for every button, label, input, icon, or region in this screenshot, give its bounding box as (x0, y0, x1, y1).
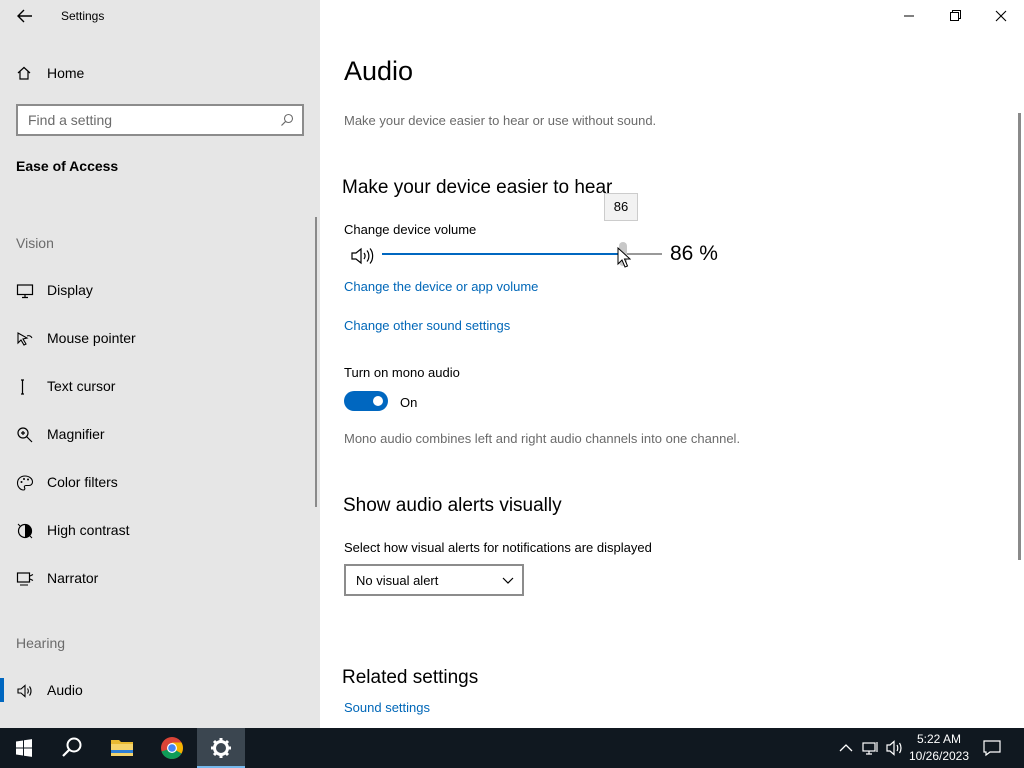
sidebar: Settings Home Ease of Access Vision Disp… (0, 0, 320, 728)
section-title: Ease of Access (16, 158, 119, 174)
settings-gear-icon (211, 738, 231, 758)
restore-button[interactable] (932, 0, 978, 32)
color-filters-icon (16, 475, 34, 491)
page-subtitle: Make your device easier to hear or use w… (344, 113, 657, 128)
volume-readout: 86 % (670, 242, 718, 265)
clock-date: 10/26/2023 (908, 749, 970, 763)
visual-alert-label: Select how visual alerts for notificatio… (344, 540, 652, 555)
back-arrow-icon (17, 9, 32, 23)
section-heading-hear: Make your device easier to hear (342, 177, 613, 198)
page-title: Audio (344, 56, 414, 86)
mouse-pointer-icon (17, 332, 33, 346)
sidebar-item-label: Audio (47, 682, 83, 698)
file-explorer-icon (111, 740, 133, 756)
sidebar-item-narrator[interactable]: Narrator (0, 558, 320, 598)
mono-audio-toggle[interactable] (344, 391, 388, 411)
display-icon (16, 284, 34, 299)
chevron-down-icon (502, 577, 514, 584)
action-center-icon[interactable] (982, 738, 1002, 758)
main-scrollbar[interactable] (1018, 113, 1021, 560)
start-button[interactable] (0, 728, 48, 768)
mono-audio-description: Mono audio combines left and right audio… (344, 431, 741, 446)
speaker-icon[interactable] (350, 245, 374, 267)
sidebar-scrollbar[interactable] (315, 217, 317, 507)
change-app-volume-link[interactable]: Change the device or app volume (344, 279, 538, 294)
volume-slider-fill (382, 253, 623, 255)
search-icon[interactable] (280, 113, 294, 127)
back-button[interactable] (14, 6, 36, 26)
sidebar-item-color-filters[interactable]: Color filters (0, 462, 320, 502)
visual-alert-dropdown[interactable]: No visual alert (344, 564, 524, 596)
change-sound-settings-link[interactable]: Change other sound settings (344, 318, 510, 333)
sidebar-item-label: Mouse pointer (47, 330, 136, 346)
group-label-hearing: Hearing (16, 635, 66, 651)
sidebar-item-text-cursor[interactable]: Text cursor (0, 366, 320, 406)
app-title: Settings (61, 9, 105, 23)
narrator-icon (16, 572, 34, 586)
taskbar-file-explorer[interactable] (98, 728, 146, 768)
volume-tooltip: 86 (604, 193, 638, 221)
sidebar-item-audio[interactable]: Audio (0, 670, 320, 710)
show-hidden-icons-icon[interactable] (836, 738, 856, 758)
chrome-icon (161, 737, 183, 760)
toggle-knob (373, 396, 383, 406)
taskbar: 5:22 AM 10/26/2023 (0, 728, 1024, 768)
sidebar-item-label: Text cursor (47, 378, 116, 394)
sidebar-item-label: Display (47, 282, 93, 298)
text-cursor-icon (21, 379, 24, 395)
section-heading-related: Related settings (342, 667, 479, 688)
home-label: Home (47, 65, 85, 81)
high-contrast-icon (17, 523, 33, 539)
volume-icon[interactable] (885, 738, 905, 758)
taskbar-clock[interactable]: 5:22 AM 10/26/2023 (906, 731, 972, 765)
mouse-cursor-icon (617, 247, 631, 268)
search-box[interactable] (16, 104, 304, 136)
restore-icon (950, 10, 961, 21)
search-input[interactable] (18, 106, 268, 134)
sound-settings-link[interactable]: Sound settings (344, 700, 430, 715)
minimize-icon (904, 15, 914, 17)
close-icon (995, 10, 1007, 22)
sidebar-item-label: High contrast (47, 522, 130, 538)
sidebar-item-home[interactable]: Home (0, 56, 320, 90)
main-content: Audio Make your device easier to hear or… (320, 0, 1024, 728)
network-icon[interactable] (861, 738, 881, 758)
sidebar-item-mouse-pointer[interactable]: Mouse pointer (0, 318, 320, 358)
volume-label: Change device volume (344, 222, 477, 237)
sidebar-item-magnifier[interactable]: Magnifier (0, 414, 320, 454)
group-label-vision: Vision (16, 235, 54, 251)
section-heading-alerts: Show audio alerts visually (343, 495, 562, 516)
clock-time: 5:22 AM (916, 732, 962, 746)
sidebar-item-label: Color filters (47, 474, 118, 490)
sidebar-item-label: Narrator (47, 570, 99, 586)
sidebar-item-display[interactable]: Display (0, 270, 320, 310)
mono-audio-label: Turn on mono audio (344, 365, 460, 380)
close-button[interactable] (978, 0, 1024, 32)
sidebar-item-high-contrast[interactable]: High contrast (0, 510, 320, 550)
search-icon (62, 737, 82, 757)
mono-audio-state: On (400, 395, 418, 410)
sidebar-item-label: Magnifier (47, 426, 105, 442)
magnifier-icon (17, 427, 33, 443)
home-icon (17, 66, 31, 80)
audio-icon (17, 684, 32, 698)
taskbar-settings[interactable] (197, 728, 245, 768)
windows-logo-icon (16, 739, 32, 757)
taskbar-chrome[interactable] (148, 728, 196, 768)
taskbar-search-button[interactable] (48, 728, 96, 768)
dropdown-value: No visual alert (356, 573, 439, 588)
minimize-button[interactable] (886, 0, 932, 32)
